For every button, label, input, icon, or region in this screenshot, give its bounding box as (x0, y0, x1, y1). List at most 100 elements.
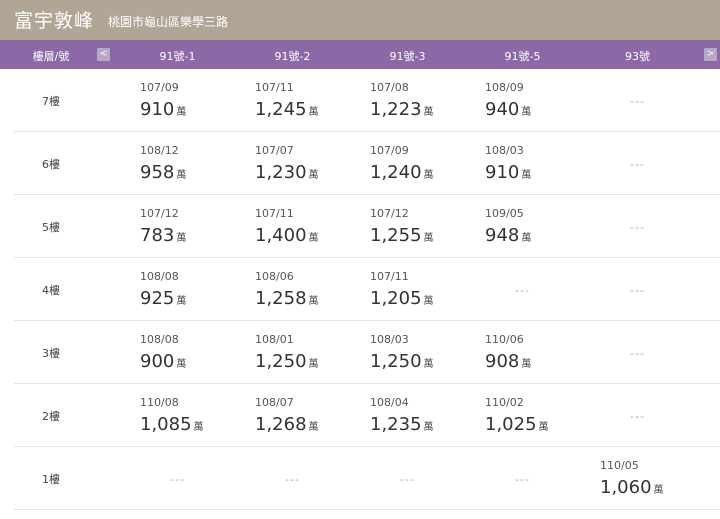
price-cell[interactable]: 107/11 1,400 萬 (255, 195, 370, 258)
transaction-date: 107/11 (255, 81, 294, 94)
table-row: 3樓 108/08 900 萬 108/01 1,250 萬 108/03 1,250 萬 110/… (0, 321, 720, 384)
transaction-price: 1,223 萬 (370, 99, 434, 120)
price-unit: 萬 (653, 485, 664, 496)
transaction-date: 108/08 (140, 270, 179, 283)
table-row: 2樓 110/08 1,085 萬 108/07 1,268 萬 108/04 1,235 萬 11… (0, 384, 720, 447)
price-value: 910 (485, 162, 520, 183)
empty-cell-mark: --- (630, 158, 645, 171)
building-address: 桃園市龜山區樂學三路 (108, 15, 229, 29)
transaction-date: 108/03 (370, 333, 409, 346)
transaction-price: 1,250 萬 (370, 351, 434, 372)
transaction-price: 925 萬 (140, 288, 186, 309)
empty-cell-mark: --- (630, 221, 645, 234)
table-row: 1樓 --- --- --- --- 110/05 1,060 萬 (0, 447, 720, 510)
transaction-date: 108/12 (140, 144, 179, 157)
transaction-date: 107/11 (370, 270, 409, 283)
price-value: 1,230 (255, 162, 307, 183)
column-header: 93號 (625, 50, 650, 63)
transaction-date: 107/07 (255, 144, 294, 157)
price-cell[interactable]: 107/09 910 萬 (140, 69, 255, 132)
price-cell[interactable]: 108/12 958 萬 (140, 132, 255, 195)
empty-cell-mark: --- (285, 473, 300, 486)
price-unit: 萬 (308, 233, 319, 244)
transaction-date: 108/04 (370, 396, 409, 409)
price-cell[interactable]: 108/01 1,250 萬 (255, 321, 370, 384)
page-title: 富宇敦峰 (14, 10, 95, 32)
transaction-date: 108/07 (255, 396, 294, 409)
price-unit: 萬 (423, 296, 434, 307)
price-cell[interactable]: 107/08 1,223 萬 (370, 69, 485, 132)
price-value: 1,060 (600, 477, 652, 498)
empty-cell-mark: --- (630, 410, 645, 423)
transaction-price: 1,268 萬 (255, 414, 319, 435)
price-cell[interactable]: 108/08 900 萬 (140, 321, 255, 384)
column-header: 91號-5 (504, 50, 541, 63)
price-value: 900 (140, 351, 175, 372)
price-cell[interactable]: 108/04 1,235 萬 (370, 384, 485, 447)
price-unit: 萬 (308, 422, 319, 433)
transaction-price: 940 萬 (485, 99, 531, 120)
price-value: 1,258 (255, 288, 307, 309)
price-unit: 萬 (176, 170, 187, 181)
transaction-price: 910 萬 (140, 99, 186, 120)
price-cell[interactable]: 107/07 1,230 萬 (255, 132, 370, 195)
empty-cell-mark: --- (400, 473, 415, 486)
price-cell[interactable]: 107/12 783 萬 (140, 195, 255, 258)
price-cell[interactable]: 108/07 1,268 萬 (255, 384, 370, 447)
floor-column-label: 樓層/號 (32, 50, 70, 63)
price-unit: 萬 (521, 170, 532, 181)
price-cell[interactable]: 108/08 925 萬 (140, 258, 255, 321)
table-row: 6樓 108/12 958 萬 107/07 1,230 萬 107/09 1,240 萬 108/… (0, 132, 720, 195)
price-cell[interactable]: 110/05 1,060 萬 (600, 447, 715, 510)
price-unit: 萬 (176, 107, 187, 118)
empty-cell-mark: --- (515, 284, 530, 297)
price-value: 1,205 (370, 288, 422, 309)
price-unit: 萬 (521, 359, 532, 370)
transaction-price: 1,240 萬 (370, 162, 434, 183)
floor-label: 7樓 (42, 95, 60, 108)
price-cell[interactable]: 108/06 1,258 萬 (255, 258, 370, 321)
next-columns-button[interactable]: > (704, 48, 717, 61)
price-value: 1,250 (370, 351, 422, 372)
price-value: 1,245 (255, 99, 307, 120)
price-unit: 萬 (193, 422, 204, 433)
price-cell: --- (580, 384, 695, 447)
transaction-date: 110/05 (600, 459, 639, 472)
transaction-price: 1,060 萬 (600, 477, 664, 498)
price-cell[interactable]: 107/11 1,245 萬 (255, 69, 370, 132)
price-unit: 萬 (423, 233, 434, 244)
empty-cell-mark: --- (630, 347, 645, 360)
price-cell[interactable]: 108/03 1,250 萬 (370, 321, 485, 384)
transaction-price: 948 萬 (485, 225, 531, 246)
floor-label: 2樓 (42, 410, 60, 423)
price-value: 958 (140, 162, 175, 183)
price-unit: 萬 (308, 296, 319, 307)
transaction-price: 958 萬 (140, 162, 186, 183)
price-cell: --- (580, 321, 695, 384)
prev-columns-button[interactable]: < (97, 48, 110, 61)
price-cell[interactable]: 107/09 1,240 萬 (370, 132, 485, 195)
empty-cell-mark: --- (630, 284, 645, 297)
transaction-date: 108/03 (485, 144, 524, 157)
floor-label: 4樓 (42, 284, 60, 297)
price-cell: --- (580, 132, 695, 195)
transaction-date: 109/05 (485, 207, 524, 220)
transaction-price: 900 萬 (140, 351, 186, 372)
price-value: 1,400 (255, 225, 307, 246)
price-cell[interactable]: 107/12 1,255 萬 (370, 195, 485, 258)
price-cell[interactable]: 110/08 1,085 萬 (140, 384, 255, 447)
price-unit: 萬 (423, 422, 434, 433)
column-header: 91號-1 (159, 50, 196, 63)
price-unit: 萬 (423, 170, 434, 181)
price-cell: --- (120, 447, 235, 510)
price-unit: 萬 (176, 296, 187, 307)
transaction-date: 110/08 (140, 396, 179, 409)
empty-cell-mark: --- (515, 473, 530, 486)
price-value: 908 (485, 351, 520, 372)
price-unit: 萬 (521, 233, 532, 244)
price-cell: --- (580, 195, 695, 258)
price-value: 1,235 (370, 414, 422, 435)
transaction-price: 1,255 萬 (370, 225, 434, 246)
transaction-date: 110/02 (485, 396, 524, 409)
column-header: 91號-3 (389, 50, 426, 63)
